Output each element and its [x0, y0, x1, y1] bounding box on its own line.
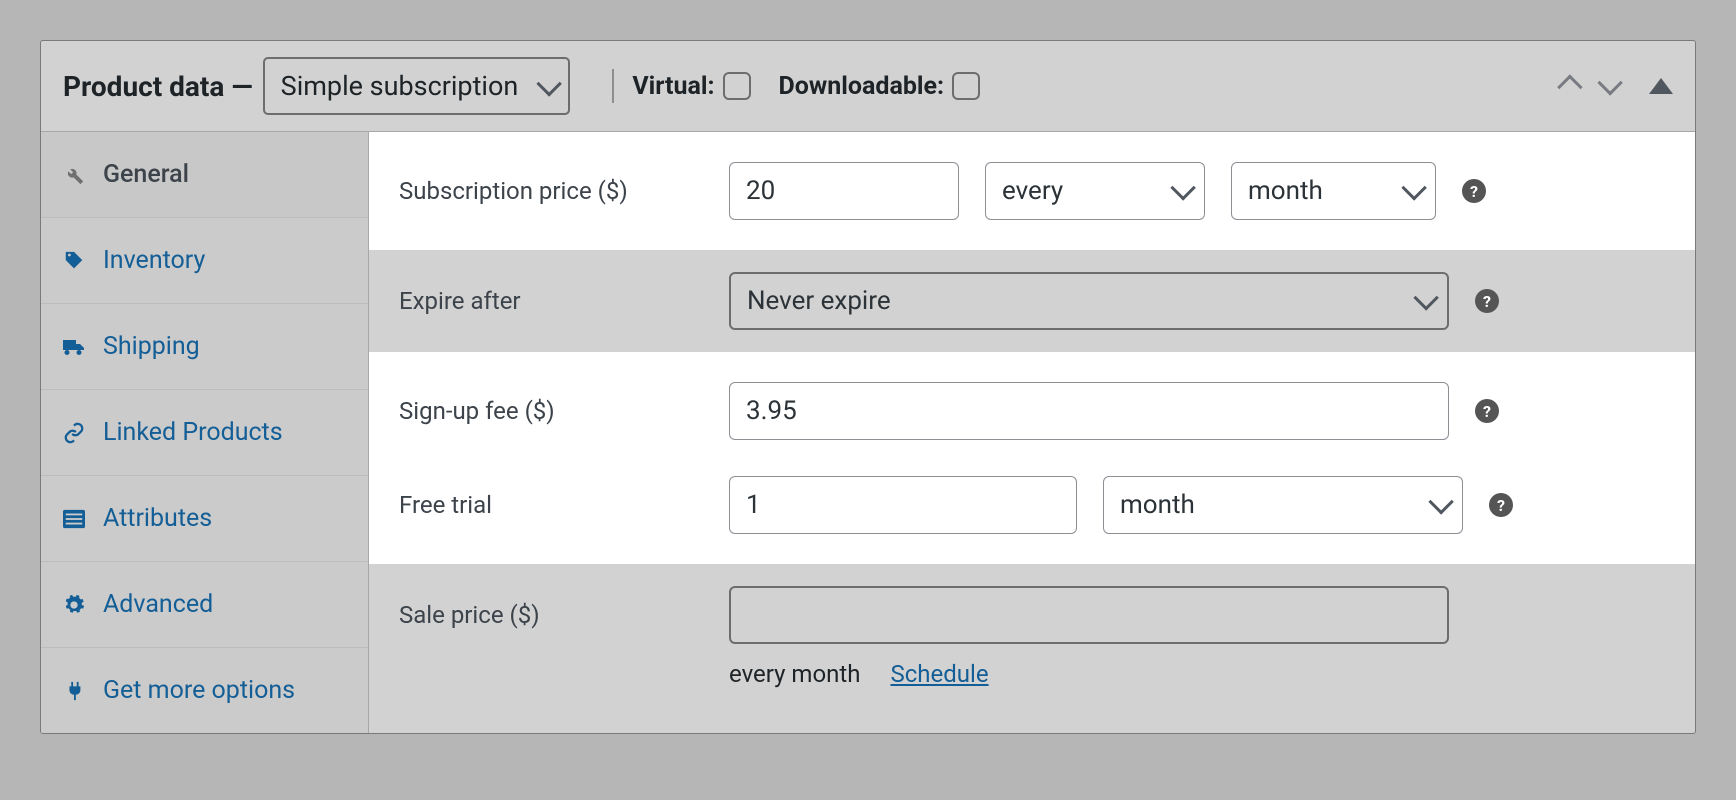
tab-attributes[interactable]: Attributes: [41, 476, 368, 562]
field-label: Subscription price ($): [399, 177, 729, 205]
downloadable-checkbox[interactable]: [952, 72, 980, 100]
move-up-icon[interactable]: [1563, 72, 1581, 101]
virtual-group: Virtual:: [632, 72, 750, 101]
row-free-trial: Free trial 1 month ?: [369, 458, 1695, 564]
truck-icon: [61, 336, 87, 358]
schedule-link[interactable]: Schedule: [890, 660, 988, 688]
downloadable-group: Downloadable:: [779, 72, 981, 101]
virtual-label: Virtual:: [632, 72, 714, 101]
help-icon[interactable]: ?: [1475, 289, 1499, 313]
tab-label: Get more options: [103, 676, 295, 705]
list-icon: [61, 509, 87, 529]
panel-header: Product data — Simple subscription Virtu…: [41, 41, 1695, 132]
plug-icon: [61, 680, 87, 702]
divider: [612, 69, 614, 103]
gear-icon: [61, 594, 87, 616]
sale-price-note: every month: [729, 660, 860, 688]
tab-shipping[interactable]: Shipping: [41, 304, 368, 390]
tab-general[interactable]: General: [41, 132, 368, 218]
signup-fee-input[interactable]: 3.95: [729, 382, 1449, 440]
tab-content: Subscription price ($) 20 every month ?: [369, 132, 1695, 733]
tab-label: Attributes: [103, 504, 212, 533]
tab-label: Advanced: [103, 590, 213, 619]
sale-price-subrow: every month Schedule: [369, 654, 1695, 706]
tab-label: Shipping: [103, 332, 200, 361]
chevron-down-icon: [1172, 176, 1190, 206]
field-label: Free trial: [399, 491, 729, 519]
virtual-checkbox[interactable]: [723, 72, 751, 100]
row-sale-price: Sale price ($): [369, 564, 1695, 654]
panel-body: General Inventory Shipping Linked Produc…: [41, 132, 1695, 733]
collapse-icon[interactable]: [1649, 78, 1673, 94]
chevron-down-icon: [1415, 286, 1433, 316]
link-icon: [61, 422, 87, 444]
tab-label: General: [103, 160, 189, 189]
subscription-period-select[interactable]: month: [1231, 162, 1436, 220]
tabs-sidebar: General Inventory Shipping Linked Produc…: [41, 132, 369, 733]
subscription-price-input[interactable]: 20: [729, 162, 959, 220]
chevron-down-icon: [538, 70, 556, 102]
downloadable-label: Downloadable:: [779, 72, 945, 101]
tab-label: Linked Products: [103, 418, 283, 447]
tab-inventory[interactable]: Inventory: [41, 218, 368, 304]
product-type-select[interactable]: Simple subscription: [263, 57, 571, 115]
chevron-down-icon: [1403, 176, 1421, 206]
tab-get-more-options[interactable]: Get more options: [41, 648, 368, 733]
product-data-panel: Product data — Simple subscription Virtu…: [40, 40, 1696, 734]
product-type-value: Simple subscription: [281, 70, 519, 102]
help-icon[interactable]: ?: [1489, 493, 1513, 517]
row-expire-after: Expire after Never expire ?: [369, 250, 1695, 352]
help-icon[interactable]: ?: [1462, 179, 1486, 203]
tab-advanced[interactable]: Advanced: [41, 562, 368, 648]
free-trial-input[interactable]: 1: [729, 476, 1077, 534]
row-signup-fee: Sign-up fee ($) 3.95 ?: [369, 352, 1695, 458]
expire-after-select[interactable]: Never expire: [729, 272, 1449, 330]
free-trial-period-select[interactable]: month: [1103, 476, 1463, 534]
field-label: Sign-up fee ($): [399, 397, 729, 425]
chevron-down-icon: [1430, 490, 1448, 520]
help-icon[interactable]: ?: [1475, 399, 1499, 423]
tag-icon: [61, 250, 87, 272]
tab-label: Inventory: [103, 246, 205, 275]
panel-reorder-controls: [1563, 72, 1673, 101]
wrench-icon: [61, 164, 87, 186]
sale-price-input[interactable]: [729, 586, 1449, 644]
row-subscription-price: Subscription price ($) 20 every month ?: [369, 132, 1695, 250]
move-down-icon[interactable]: [1599, 72, 1617, 101]
field-label: Sale price ($): [399, 601, 729, 629]
field-label: Expire after: [399, 287, 729, 315]
panel-title: Product data —: [63, 70, 253, 103]
subscription-interval-select[interactable]: every: [985, 162, 1205, 220]
tab-linked-products[interactable]: Linked Products: [41, 390, 368, 476]
